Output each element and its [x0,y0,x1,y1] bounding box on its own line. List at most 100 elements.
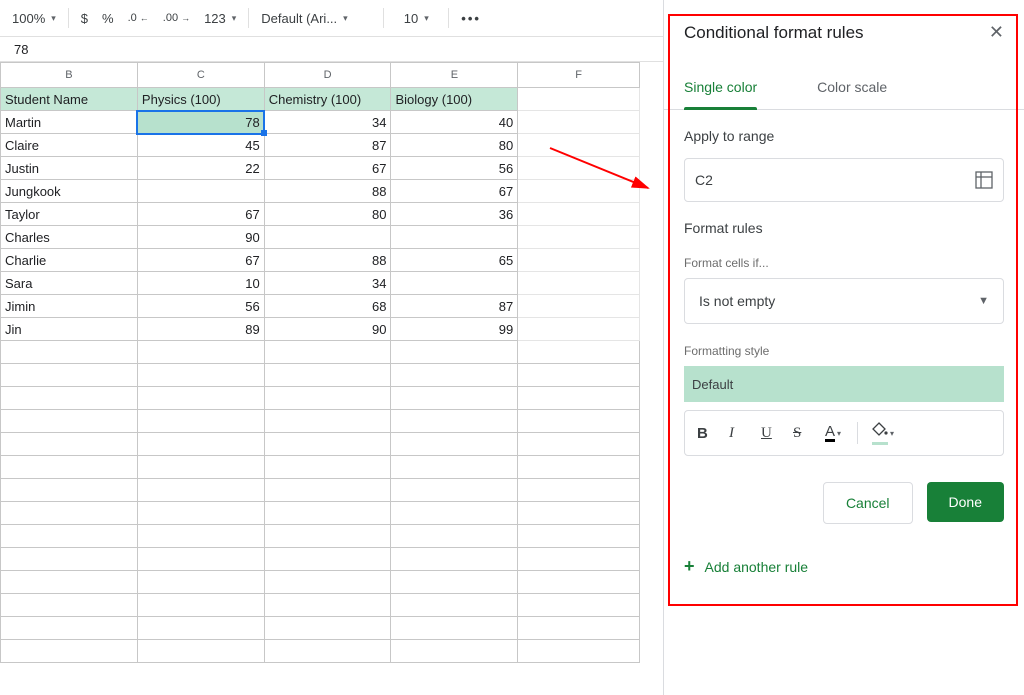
empty-cell[interactable] [391,456,518,479]
cell[interactable]: 90 [264,318,391,341]
condition-dropdown[interactable]: Is not empty ▼ [684,278,1004,324]
empty-cell[interactable] [264,502,391,525]
empty-cell[interactable] [518,226,640,249]
empty-cell[interactable] [391,433,518,456]
empty-cell[interactable] [1,571,138,594]
tab-color-scale[interactable]: Color scale [817,69,887,109]
cell[interactable]: 67 [391,180,518,203]
underline-button[interactable]: U [761,425,779,442]
cell[interactable] [391,226,518,249]
cell[interactable]: 34 [264,272,391,295]
cell[interactable]: Martin [1,111,138,134]
empty-cell[interactable] [391,341,518,364]
done-button[interactable]: Done [927,482,1004,522]
empty-cell[interactable] [137,548,264,571]
bold-button[interactable]: B [697,425,715,442]
cell[interactable]: 65 [391,249,518,272]
select-range-icon[interactable] [975,171,993,189]
header-cell[interactable]: Biology (100) [391,88,518,111]
percent-button[interactable]: % [96,5,120,31]
empty-cell[interactable] [1,456,138,479]
cell[interactable]: Jimin [1,295,138,318]
empty-cell[interactable] [1,617,138,640]
empty-cell[interactable] [137,594,264,617]
empty-cell[interactable] [518,249,640,272]
empty-cell[interactable] [137,640,264,663]
cell[interactable] [391,272,518,295]
empty-cell[interactable] [518,88,640,111]
empty-cell[interactable] [137,502,264,525]
cell[interactable]: Sara [1,272,138,295]
empty-cell[interactable] [518,410,640,433]
empty-cell[interactable] [518,341,640,364]
empty-cell[interactable] [1,341,138,364]
empty-cell[interactable] [391,617,518,640]
empty-cell[interactable] [1,548,138,571]
empty-cell[interactable] [1,410,138,433]
empty-cell[interactable] [518,502,640,525]
empty-cell[interactable] [1,594,138,617]
empty-cell[interactable] [518,180,640,203]
empty-cell[interactable] [264,479,391,502]
empty-cell[interactable] [518,134,640,157]
cell[interactable]: 45 [137,134,264,157]
empty-cell[interactable] [264,364,391,387]
empty-cell[interactable] [137,410,264,433]
cell[interactable]: Taylor [1,203,138,226]
close-icon[interactable]: ✕ [989,22,1004,43]
empty-cell[interactable] [518,387,640,410]
empty-cell[interactable] [518,203,640,226]
header-cell[interactable]: Chemistry (100) [264,88,391,111]
fill-color-button[interactable]: ▾ [872,422,894,445]
column-header[interactable]: D [264,63,391,88]
cell[interactable]: 80 [264,203,391,226]
cell[interactable]: 90 [137,226,264,249]
empty-cell[interactable] [264,548,391,571]
empty-cell[interactable] [391,502,518,525]
cell[interactable]: Jungkook [1,180,138,203]
empty-cell[interactable] [264,594,391,617]
cell[interactable]: 56 [391,157,518,180]
range-input[interactable]: C2 [684,158,1004,202]
empty-cell[interactable] [518,548,640,571]
empty-cell[interactable] [391,640,518,663]
empty-cell[interactable] [264,617,391,640]
empty-cell[interactable] [518,525,640,548]
empty-cell[interactable] [518,364,640,387]
empty-cell[interactable] [1,502,138,525]
empty-cell[interactable] [518,479,640,502]
cell[interactable] [264,226,391,249]
cell[interactable]: 68 [264,295,391,318]
cell[interactable] [137,180,264,203]
cancel-button[interactable]: Cancel [823,482,913,524]
empty-cell[interactable] [518,594,640,617]
cell[interactable]: 87 [391,295,518,318]
empty-cell[interactable] [264,410,391,433]
cell[interactable]: 88 [264,180,391,203]
empty-cell[interactable] [137,387,264,410]
empty-cell[interactable] [137,433,264,456]
add-rule-button[interactable]: + Add another rule [684,556,1004,577]
empty-cell[interactable] [518,640,640,663]
cell[interactable]: 89 [137,318,264,341]
empty-cell[interactable] [264,433,391,456]
number-format-dropdown[interactable]: 123 [198,5,242,31]
cell[interactable]: 67 [137,203,264,226]
empty-cell[interactable] [1,525,138,548]
cell[interactable]: 56 [137,295,264,318]
empty-cell[interactable] [391,364,518,387]
selection-handle[interactable] [261,130,267,136]
italic-button[interactable]: I [729,425,747,442]
empty-cell[interactable] [264,525,391,548]
empty-cell[interactable] [391,525,518,548]
empty-cell[interactable] [518,157,640,180]
empty-cell[interactable] [518,571,640,594]
empty-cell[interactable] [518,456,640,479]
empty-cell[interactable] [1,640,138,663]
cell[interactable]: 34 [264,111,391,134]
empty-cell[interactable] [264,341,391,364]
empty-cell[interactable] [137,341,264,364]
cell[interactable]: 36 [391,203,518,226]
currency-button[interactable]: $ [75,5,94,31]
empty-cell[interactable] [1,387,138,410]
